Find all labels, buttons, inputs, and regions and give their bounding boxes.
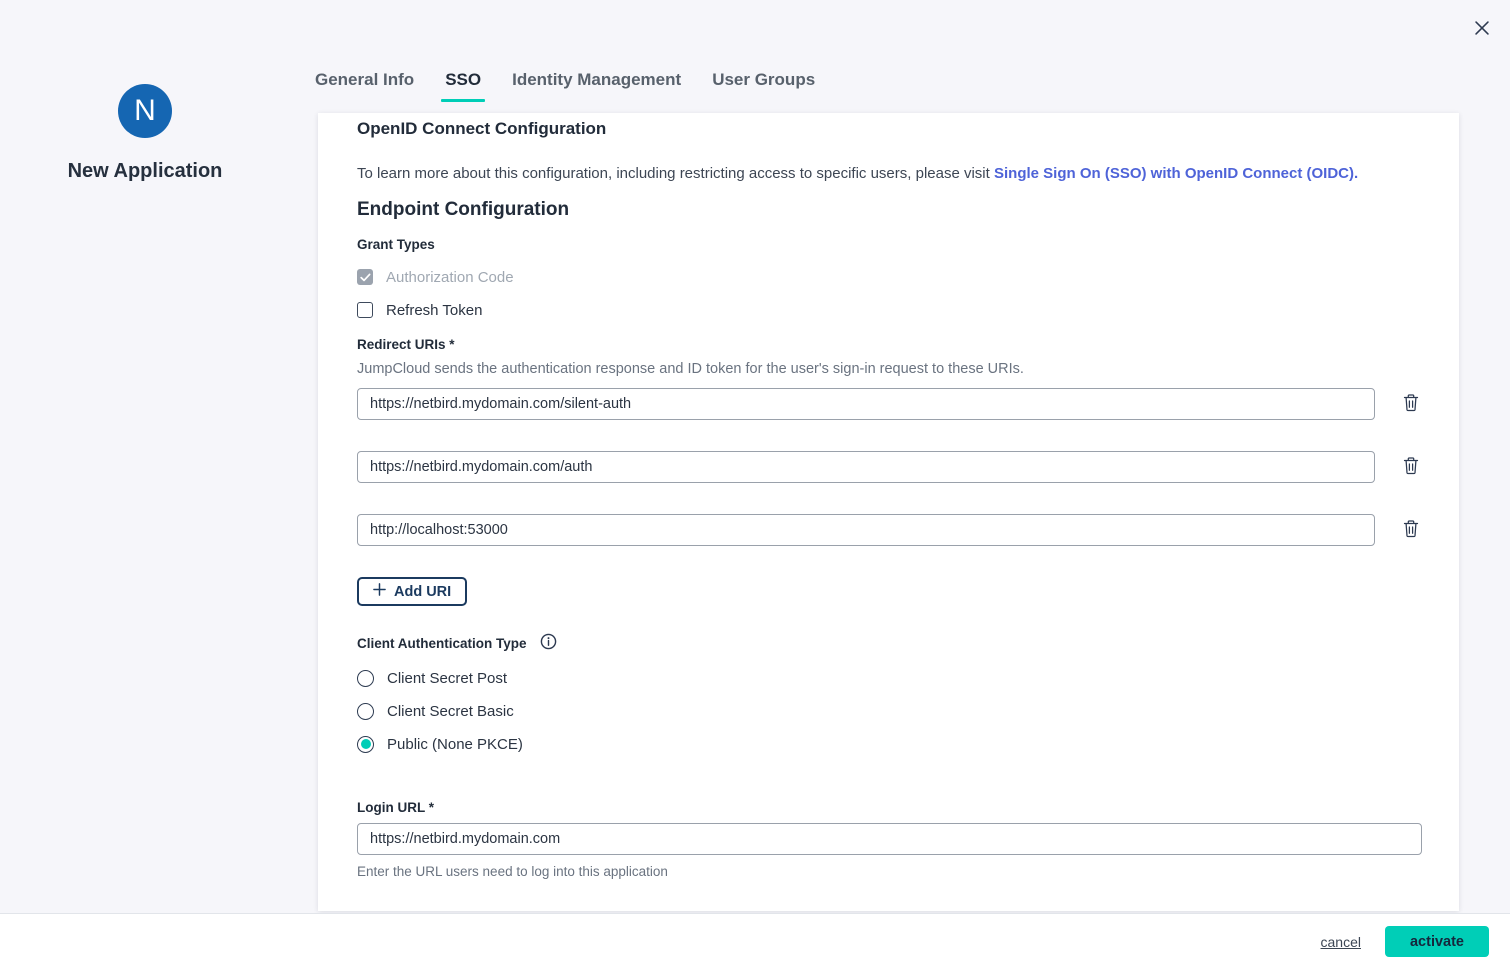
info-icon[interactable] (540, 633, 557, 653)
app-summary-panel: N New Application (45, 84, 245, 183)
authorization-code-checkbox (357, 269, 373, 285)
refresh-token-option[interactable]: Refresh Token (357, 299, 1422, 321)
redirect-uri-input-1[interactable] (357, 388, 1375, 420)
app-avatar: N (118, 84, 172, 138)
delete-uri-button-1[interactable] (1400, 392, 1422, 416)
client-auth-type-label: Client Authentication Type (357, 636, 527, 651)
footer-bar: cancel activate (0, 913, 1510, 969)
activate-button[interactable]: activate (1385, 926, 1489, 957)
tab-sso[interactable]: SSO (444, 70, 482, 102)
tab-general-info[interactable]: General Info (314, 70, 415, 102)
add-uri-label: Add URI (394, 584, 451, 600)
client-secret-basic-option[interactable]: Client Secret Basic (357, 700, 1422, 722)
client-auth-type-row: Client Authentication Type (357, 633, 1422, 653)
refresh-token-checkbox[interactable] (357, 302, 373, 318)
tab-bar: General Info SSO Identity Management Use… (314, 70, 816, 102)
grant-types-label: Grant Types (357, 237, 1422, 252)
redirect-uri-row (357, 514, 1422, 546)
trash-icon (1403, 519, 1419, 541)
tab-user-groups[interactable]: User Groups (711, 70, 816, 102)
redirect-uri-row (357, 451, 1422, 483)
endpoint-config-heading: Endpoint Configuration (357, 199, 1422, 221)
redirect-uris-label: Redirect URIs * (357, 337, 1422, 352)
refresh-token-label: Refresh Token (386, 302, 482, 319)
redirect-uris-description: JumpCloud sends the authentication respo… (357, 361, 1422, 377)
public-pkce-radio[interactable] (357, 736, 374, 753)
delete-uri-button-2[interactable] (1400, 455, 1422, 479)
intro-paragraph: To learn more about this configuration, … (357, 165, 1422, 182)
new-application-modal: N New Application General Info SSO Ident… (0, 0, 1510, 969)
public-pkce-option[interactable]: Public (None PKCE) (357, 733, 1422, 755)
oidc-docs-link[interactable]: Single Sign On (SSO) with OpenID Connect… (994, 165, 1358, 182)
tab-identity-management[interactable]: Identity Management (511, 70, 682, 102)
app-title: New Application (45, 160, 245, 183)
authorization-code-label: Authorization Code (386, 269, 514, 286)
client-secret-post-radio[interactable] (357, 670, 374, 687)
login-url-helper: Enter the URL users need to log into thi… (357, 864, 1422, 879)
login-url-label: Login URL * (357, 800, 1422, 815)
plus-icon (373, 583, 386, 600)
close-button[interactable] (1469, 16, 1495, 42)
authorization-code-option: Authorization Code (357, 266, 1422, 288)
public-pkce-label: Public (None PKCE) (387, 736, 523, 753)
sso-config-card: OpenID Connect Configuration To learn mo… (318, 113, 1459, 911)
cancel-link[interactable]: cancel (1321, 934, 1361, 950)
client-secret-basic-label: Client Secret Basic (387, 703, 514, 720)
close-icon (1471, 17, 1493, 42)
avatar-letter: N (134, 94, 156, 128)
redirect-uri-row (357, 388, 1422, 420)
card-heading: OpenID Connect Configuration (357, 119, 1422, 139)
redirect-uri-input-2[interactable] (357, 451, 1375, 483)
trash-icon (1403, 393, 1419, 415)
add-uri-button[interactable]: Add URI (357, 577, 467, 606)
delete-uri-button-3[interactable] (1400, 518, 1422, 542)
client-secret-post-label: Client Secret Post (387, 670, 507, 687)
login-url-input[interactable] (357, 823, 1422, 855)
trash-icon (1403, 456, 1419, 478)
redirect-uri-input-3[interactable] (357, 514, 1375, 546)
intro-text: To learn more about this configuration, … (357, 165, 990, 182)
check-icon (360, 273, 371, 282)
client-secret-post-option[interactable]: Client Secret Post (357, 667, 1422, 689)
client-secret-basic-radio[interactable] (357, 703, 374, 720)
